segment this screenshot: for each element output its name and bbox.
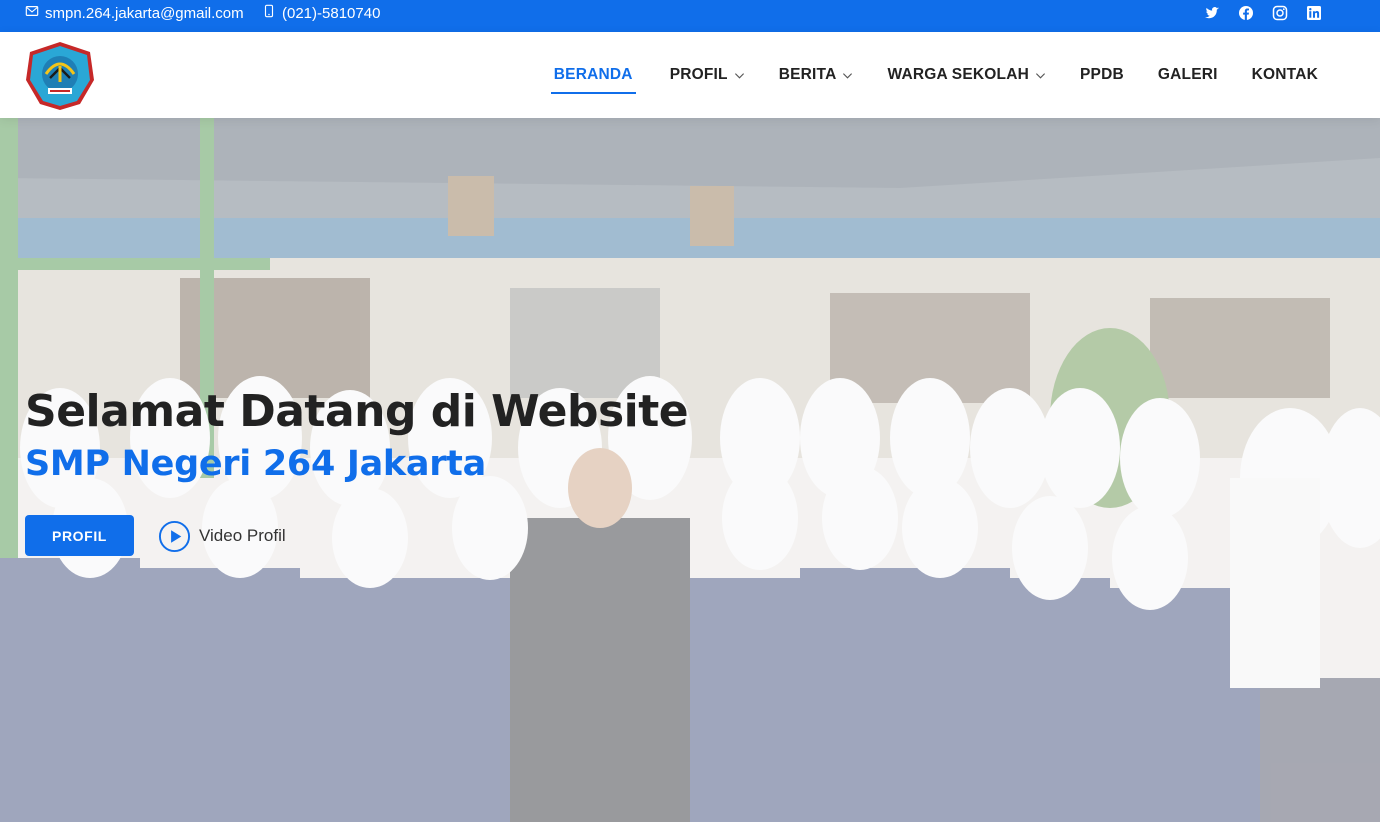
facebook-icon[interactable]	[1238, 5, 1254, 21]
main-nav: BERANDA PROFIL BERITA WARGA SEKOLAH PPDB…	[550, 32, 1318, 118]
nav-item-beranda[interactable]: BERANDA	[550, 60, 636, 94]
phone-text: (021)-5810740	[282, 4, 381, 22]
hero-title: Selamat Datang di Website	[25, 386, 689, 437]
nav-item-galeri[interactable]: GALERI	[1158, 60, 1218, 90]
nav-item-berita[interactable]: BERITA	[779, 60, 854, 90]
video-profil-link[interactable]: Video Profil	[158, 519, 286, 553]
email-contact[interactable]: smpn.264.jakarta@gmail.com	[25, 0, 244, 26]
envelope-icon	[25, 4, 39, 22]
nav-item-profil[interactable]: PROFIL	[670, 60, 745, 90]
nav-label: PPDB	[1080, 66, 1124, 83]
site-header: BERANDA PROFIL BERITA WARGA SEKOLAH PPDB…	[0, 32, 1380, 118]
email-text: smpn.264.jakarta@gmail.com	[45, 4, 244, 22]
phone-contact[interactable]: (021)-5810740	[262, 0, 380, 26]
nav-label: KONTAK	[1251, 66, 1318, 83]
top-bar: smpn.264.jakarta@gmail.com (021)-5810740	[0, 0, 1380, 32]
profil-button[interactable]: PROFIL	[25, 515, 134, 556]
video-profil-label: Video Profil	[199, 526, 286, 545]
linkedin-icon[interactable]	[1306, 5, 1322, 21]
nav-item-kontak[interactable]: KONTAK	[1252, 60, 1318, 90]
school-logo[interactable]	[24, 40, 96, 112]
nav-item-ppdb[interactable]: PPDB	[1080, 60, 1124, 90]
chevron-down-icon	[734, 72, 744, 79]
nav-item-warga-sekolah[interactable]: WARGA SEKOLAH	[887, 60, 1046, 90]
nav-label: BERANDA	[553, 66, 633, 83]
hero-subtitle: SMP Negeri 264 Jakarta	[25, 444, 486, 484]
nav-label: WARGA SEKOLAH	[887, 66, 1029, 83]
nav-label: BERITA	[778, 66, 837, 83]
nav-label: GALERI	[1157, 66, 1218, 83]
social-links	[1204, 0, 1322, 26]
chevron-down-icon	[1035, 72, 1046, 79]
phone-icon	[262, 4, 276, 22]
twitter-icon[interactable]	[1204, 5, 1220, 21]
instagram-icon[interactable]	[1272, 5, 1288, 21]
play-circle-icon	[158, 520, 191, 552]
chevron-down-icon	[843, 72, 853, 79]
hero-section: Selamat Datang di Website SMP Negeri 264…	[0, 118, 1380, 822]
nav-label: PROFIL	[669, 66, 728, 83]
